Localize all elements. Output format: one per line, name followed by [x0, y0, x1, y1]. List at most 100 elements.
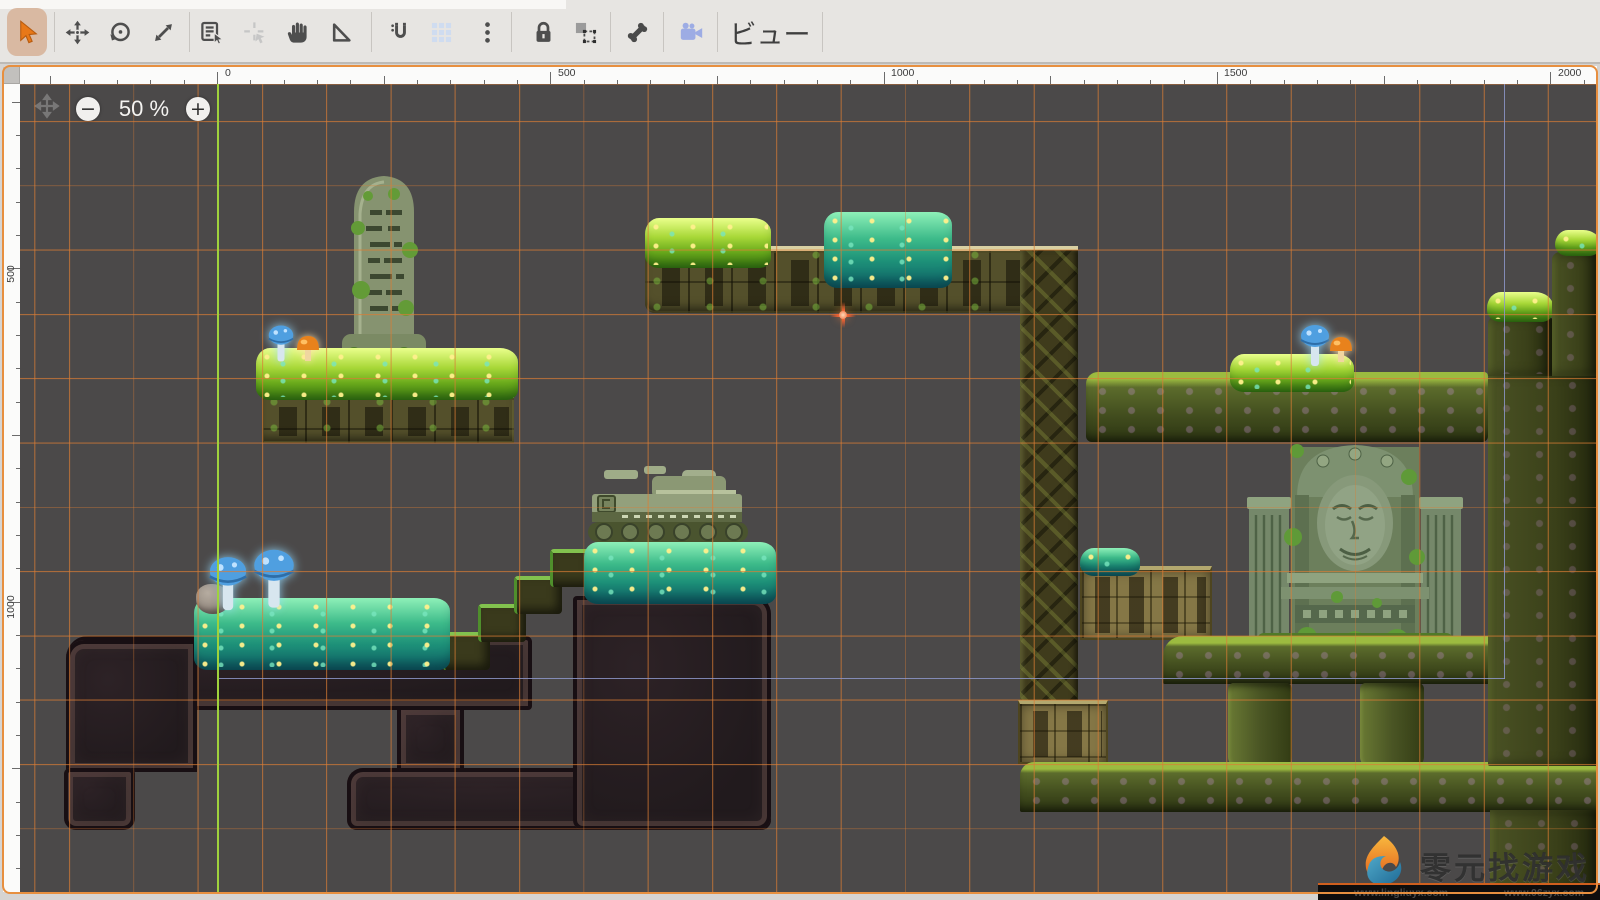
ruler-label: 500	[5, 257, 17, 291]
tile-grass-cap[interactable]	[1555, 230, 1598, 256]
ruler-label: 1500	[1224, 67, 1247, 79]
tile-glyph-block[interactable]	[1080, 566, 1212, 640]
tile-grass-cap[interactable]	[1487, 292, 1553, 322]
zoom-level-value: 50 %	[108, 96, 180, 122]
tile-bridge-pillar[interactable]	[1228, 683, 1292, 767]
more-options-button[interactable]	[467, 8, 507, 56]
tile-grass-tuft[interactable]	[1080, 548, 1140, 576]
view-menu-button[interactable]: ビュー	[722, 6, 818, 58]
rotate-icon	[107, 19, 134, 46]
tile-cave-big-block[interactable]	[573, 596, 771, 830]
ruler-tick	[1384, 76, 1385, 84]
move-arrows-icon	[64, 19, 91, 46]
ruler-tick	[884, 72, 885, 84]
crosshair-cursor-icon-disabled	[242, 19, 269, 46]
toolbar-separator	[663, 12, 664, 52]
rect-select-tool-button[interactable]	[192, 8, 232, 56]
cursor-arrow-icon	[14, 19, 41, 46]
toolbar-separator	[511, 12, 512, 52]
pan-hint-icon	[34, 93, 60, 119]
toolbar: ビュー	[0, 0, 1600, 64]
tile-diamond-column[interactable]	[1020, 250, 1078, 748]
ruler-tick	[12, 102, 20, 103]
toolbar-separator	[822, 12, 823, 52]
ruler-corner	[3, 67, 20, 84]
anchor-point-marker[interactable]	[830, 302, 856, 328]
bone-tool-button[interactable]	[617, 8, 657, 56]
toolbar-separator	[371, 12, 372, 52]
tile-cave-left-leg[interactable]	[66, 640, 197, 772]
horizontal-ruler: 0500100015002000	[20, 66, 1597, 84]
toolbar-separator	[717, 12, 718, 52]
vertical-ruler: 500 1000	[3, 84, 20, 892]
ruler-tick	[50, 76, 51, 84]
grid-icon-disabled	[428, 19, 455, 46]
tile-cave-connector[interactable]	[397, 706, 464, 772]
ruler-tick	[1050, 76, 1051, 84]
bone-icon	[624, 19, 651, 46]
lock-tool-button[interactable]	[523, 8, 563, 56]
ruler-tick	[1550, 72, 1551, 84]
tile-lower-bridge[interactable]	[1020, 762, 1598, 812]
toolbar-separator	[189, 12, 190, 52]
ruler-tick	[1217, 72, 1218, 84]
move-tool-button[interactable]	[57, 8, 97, 56]
magnet-icon	[387, 19, 414, 46]
tile-far-right-foot[interactable]	[1490, 810, 1598, 893]
tile-cave-left-foot[interactable]	[64, 768, 135, 830]
scene-bounds-guide-vertical	[1504, 84, 1505, 679]
stone-face-statue[interactable]	[1247, 437, 1463, 649]
lock-icon	[530, 19, 557, 46]
ruler-label: 0	[225, 67, 231, 79]
ruler-label: 2000	[1558, 67, 1581, 79]
blue-mushroom[interactable]	[250, 540, 298, 616]
level-editor-window: ビュー 0 500 1000 1500 2000 500 1000	[0, 0, 1600, 900]
ruler-label: 1000	[5, 590, 17, 624]
orange-mushroom[interactable]	[295, 332, 321, 364]
ruler-tick	[550, 72, 551, 84]
zoom-out-button[interactable]: −	[76, 97, 100, 121]
blue-mushroom[interactable]	[1298, 320, 1332, 370]
movie-camera-icon	[678, 19, 705, 46]
scale-diagonal-icon	[150, 19, 177, 46]
blue-mushroom[interactable]	[264, 322, 298, 364]
rotate-tool-button[interactable]	[100, 8, 140, 56]
scene-bounds-guide-horizontal	[217, 678, 1505, 679]
scene-canvas[interactable]: − 50 % +	[20, 84, 1598, 893]
measure-tool-button[interactable]	[321, 8, 361, 56]
ruler-tick	[217, 72, 218, 84]
set-square-icon	[328, 19, 355, 46]
orange-mushroom[interactable]	[1328, 332, 1354, 366]
hand-icon	[285, 19, 312, 46]
zoom-in-button[interactable]: +	[186, 97, 210, 121]
tile-upper-bridge[interactable]	[1163, 636, 1497, 684]
tile-grass-cap-teal[interactable]	[824, 212, 952, 288]
tile-grass-cap-green[interactable]	[645, 218, 771, 268]
select-tool-button[interactable]	[7, 8, 47, 56]
arrange-transform-tool-button[interactable]	[565, 8, 605, 56]
tile-teal-grass-mid[interactable]	[584, 542, 776, 604]
list-select-icon	[199, 19, 226, 46]
blue-mushroom[interactable]	[206, 550, 250, 616]
ruined-tank[interactable]	[586, 464, 752, 550]
tile-column-base[interactable]	[1018, 700, 1108, 764]
scale-tool-button[interactable]	[143, 8, 183, 56]
magnet-snap-tool-button[interactable]	[380, 8, 420, 56]
pan-tool-button[interactable]	[278, 8, 318, 56]
kebab-menu-icon	[474, 19, 501, 46]
ruler-label: 1000	[891, 67, 914, 79]
ruler-tick	[384, 76, 385, 84]
stone-monument[interactable]	[336, 168, 432, 358]
ruler-tick	[12, 768, 20, 769]
toolbar-separator	[54, 12, 55, 52]
tile-far-right-step[interactable]	[1488, 316, 1554, 376]
camera-preview-tool-button[interactable]	[671, 8, 711, 56]
snap-cursor-tool-button[interactable]	[235, 8, 275, 56]
grid-snap-tool-button[interactable]	[421, 8, 461, 56]
toolbar-separator	[610, 12, 611, 52]
tile-ruin-platform-left[interactable]	[262, 393, 514, 443]
tile-far-right-column[interactable]	[1552, 252, 1598, 376]
tile-bridge-pillar[interactable]	[1360, 683, 1424, 767]
origin-guide-line	[217, 84, 219, 893]
ruler-tick	[717, 76, 718, 84]
